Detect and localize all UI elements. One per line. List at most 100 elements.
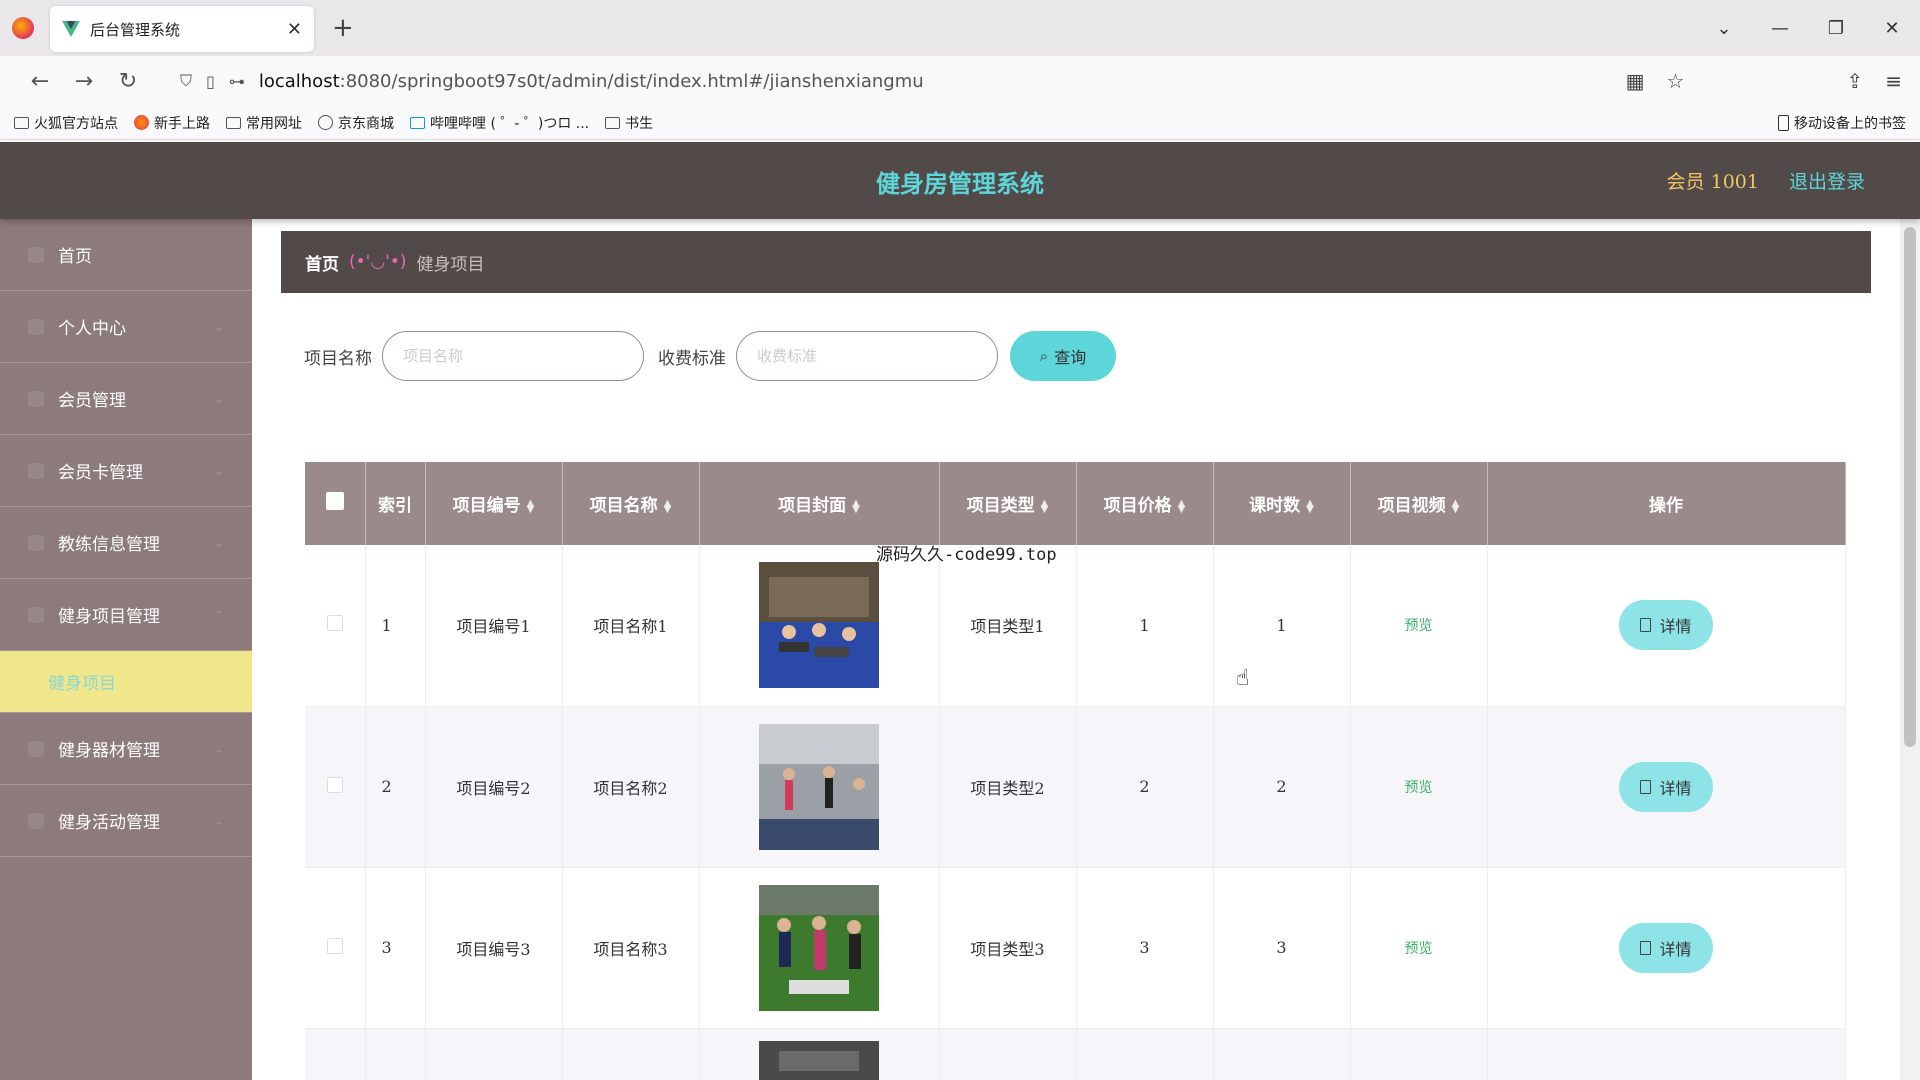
column-header[interactable]: 项目价格 ▲ ▼ xyxy=(1076,462,1214,545)
project-name-label: 项目名称 xyxy=(304,348,372,369)
bookmark-item[interactable]: 书生 xyxy=(605,113,653,133)
sidebar-item-home[interactable]: 首页 xyxy=(0,219,252,291)
column-header[interactable]: 项目类型 ▲ ▼ xyxy=(939,462,1077,545)
chevron-down-icon: ⌄ xyxy=(213,741,224,756)
sort-icon[interactable]: ▲ ▼ xyxy=(527,498,535,514)
detail-button[interactable]: 详情 xyxy=(1619,600,1713,651)
video-preview-link[interactable]: 预览 xyxy=(1405,941,1433,957)
folder-icon xyxy=(605,116,621,129)
firefox-icon xyxy=(12,17,34,39)
sort-icon[interactable]: ▲ ▼ xyxy=(1452,498,1460,514)
card-icon xyxy=(28,462,44,479)
project-name-input[interactable] xyxy=(382,331,644,381)
project-code: 项目编号3 xyxy=(425,867,563,1028)
select-all-checkbox[interactable] xyxy=(325,492,344,510)
tab-list-icon[interactable]: ⌄ xyxy=(1696,18,1752,39)
breadcrumb-home[interactable]: 首页 xyxy=(305,250,339,275)
bookmark-item[interactable]: 常用网址 xyxy=(226,113,302,133)
equipment-icon xyxy=(28,740,44,757)
firefox-icon xyxy=(134,115,149,130)
scrollbar-thumb[interactable] xyxy=(1904,227,1916,747)
bookmark-item[interactable]: 哔哩哔哩 ( ゜- ゜)つロ ... xyxy=(410,113,589,133)
search-button[interactable]: ⌕ 查询 xyxy=(1010,331,1116,381)
qr-code-icon[interactable]: ▦ xyxy=(1626,69,1645,93)
project-cover-image[interactable] xyxy=(759,562,879,689)
sidebar-item-project-management[interactable]: 健身项目管理 ⌃ xyxy=(0,579,252,651)
bookmark-star-icon[interactable]: ☆ xyxy=(1667,69,1685,93)
bookmark-item[interactable]: 新手上路 xyxy=(134,113,210,133)
project-cover-image[interactable] xyxy=(759,723,879,850)
select-all-cell xyxy=(305,462,366,545)
sidebar-subitem-fitness-project[interactable]: 健身项目 xyxy=(0,651,252,713)
row-index: 2 xyxy=(365,706,426,867)
sort-icon[interactable]: ▲ ▼ xyxy=(664,498,672,514)
app-title: 健身房管理系统 xyxy=(876,169,1044,198)
logout-button[interactable]: 退出登录 xyxy=(1789,167,1865,194)
new-tab-button[interactable]: + xyxy=(332,13,354,43)
project-table: 索引 项目编号 ▲ ▼ 项目名称 ▲ ▼ 项目封面 ▲ ▼ 项目类型 ▲ ▼ 项目价格 ▲ ▼ 课时… xyxy=(305,462,1846,1080)
sidebar-item-coach-management[interactable]: 教练信息管理 ⌄ xyxy=(0,507,252,579)
detail-button[interactable]: 详情 xyxy=(1619,922,1713,973)
column-header[interactable]: 项目编号 ▲ ▼ xyxy=(425,462,563,545)
fee-standard-label: 收费标准 xyxy=(658,348,726,369)
fee-standard-input[interactable] xyxy=(736,331,998,381)
bookmarks-bar: 火狐官方站点 新手上路 常用网址 京东商城 哔哩哔哩 ( ゜- ゜)つロ ...… xyxy=(0,106,1920,140)
column-header: 索引 xyxy=(365,462,426,545)
close-window-icon[interactable]: ✕ xyxy=(1864,18,1920,39)
chevron-up-icon: ⌃ xyxy=(213,607,224,622)
browser-tab[interactable]: 后台管理系统 ✕ xyxy=(50,6,314,52)
row-checkbox[interactable] xyxy=(326,615,343,632)
breadcrumb: 首页 (•'◡'•) 健身项目 xyxy=(281,231,1871,293)
page-scrollbar[interactable] xyxy=(1900,219,1920,1080)
back-icon[interactable]: ← xyxy=(18,69,62,94)
project-code: 项目编号1 xyxy=(425,545,563,706)
project-cover-image[interactable] xyxy=(759,884,879,1011)
sidebar-item-member-management[interactable]: 会员管理 ⌄ xyxy=(0,363,252,435)
url-path: :8080/springboot97s0t/admin/dist/index.h… xyxy=(339,70,924,92)
minimize-icon[interactable]: — xyxy=(1752,18,1808,39)
sidebar-item-personal-center[interactable]: 个人中心 ⌄ xyxy=(0,291,252,363)
home-icon xyxy=(28,246,44,263)
close-tab-icon[interactable]: ✕ xyxy=(287,19,302,40)
folder-icon xyxy=(226,116,241,129)
project-type: 项目类型2 xyxy=(939,706,1077,867)
sort-icon[interactable]: ▲ ▼ xyxy=(1041,498,1049,514)
row-checkbox[interactable] xyxy=(326,776,343,793)
sort-icon[interactable]: ▲ ▼ xyxy=(1306,498,1314,514)
table-row: 1 项目编号1 项目名称1 项目类型1 1 1 预览 详情 xyxy=(305,545,1846,706)
forward-icon[interactable]: → xyxy=(62,69,106,94)
column-header: 操作 xyxy=(1487,462,1846,545)
shield-icon[interactable]: ⛉ xyxy=(180,71,192,91)
list-icon xyxy=(28,606,44,623)
restore-icon[interactable]: ❐ xyxy=(1808,18,1864,39)
permissions-icon[interactable]: ⊶ xyxy=(229,72,245,91)
sidebar: 首页 个人中心 ⌄ 会员管理 ⌄ 会员卡管理 ⌄ 教练信息管理 ⌄ 健身项目管理 ⌃ 健身… xyxy=(0,219,252,1080)
video-preview-link[interactable]: 预览 xyxy=(1405,780,1433,796)
mobile-bookmarks[interactable]: 移动设备上的书签 xyxy=(1778,113,1906,133)
column-header[interactable]: 项目名称 ▲ ▼ xyxy=(562,462,700,545)
member-label: 会员 1001 xyxy=(1666,171,1759,193)
column-header[interactable]: 项目视频 ▲ ▼ xyxy=(1350,462,1488,545)
reload-icon[interactable]: ↻ xyxy=(106,69,150,94)
row-checkbox[interactable] xyxy=(326,937,343,954)
bookmark-item[interactable]: 火狐官方站点 xyxy=(14,113,118,133)
sort-icon[interactable]: ▲ ▼ xyxy=(852,498,860,514)
detail-button[interactable]: 详情 xyxy=(1619,761,1713,812)
project-cover-image[interactable] xyxy=(759,1040,879,1080)
sidebar-item-activity-management[interactable]: 健身活动管理 ⌄ xyxy=(0,785,252,857)
bookmark-item[interactable]: 京东商城 xyxy=(318,113,394,133)
document-icon xyxy=(1640,940,1652,955)
chevron-down-icon: ⌄ xyxy=(213,319,224,334)
sidebar-item-card-management[interactable]: 会员卡管理 ⌄ xyxy=(0,435,252,507)
column-header[interactable]: 项目封面 ▲ ▼ xyxy=(699,462,940,545)
column-header[interactable]: 课时数 ▲ ▼ xyxy=(1213,462,1351,545)
address-bar[interactable]: ⛉ ▯ ⊶ localhost:8080/springboot97s0t/adm… xyxy=(180,62,1626,100)
menu-icon[interactable]: ≡ xyxy=(1885,69,1902,93)
chevron-down-icon: ⌄ xyxy=(213,391,224,406)
project-code: 项目编号2 xyxy=(425,706,563,867)
video-preview-link[interactable]: 预览 xyxy=(1405,618,1433,634)
lesson-count: 1 xyxy=(1213,545,1351,706)
sidebar-item-equipment-management[interactable]: 健身器材管理 ⌄ xyxy=(0,713,252,785)
sort-icon[interactable]: ▲ ▼ xyxy=(1178,498,1186,514)
share-icon[interactable]: ⇪ xyxy=(1846,69,1863,93)
